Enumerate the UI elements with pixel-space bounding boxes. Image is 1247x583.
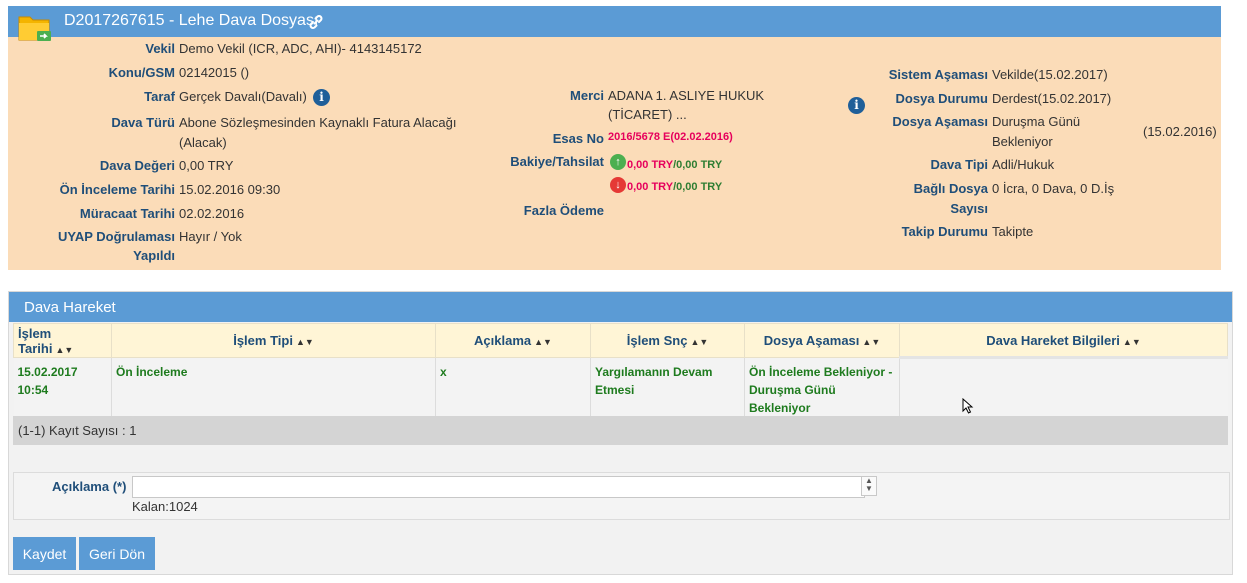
vekil-label: Vekil <box>145 41 175 56</box>
record-count: (1-1) Kayıt Sayısı : 1 <box>18 423 137 438</box>
aciklama-input[interactable] <box>132 476 865 498</box>
link-icon[interactable] <box>308 14 324 30</box>
muracaat-value: 02.02.2016 <box>179 206 245 221</box>
col-aciklama[interactable]: Açıklama ▲▼ <box>435 323 591 358</box>
back-button[interactable]: Geri Dön <box>79 537 155 570</box>
arrow-down-icon: ↓ <box>610 177 626 193</box>
sort-icon: ▲▼ <box>295 337 314 347</box>
dosya-durumu-label: Dosya Durumu <box>895 91 988 106</box>
dava-hareket-panel: Dava Hareket İşlem Tarihi ▲▼ İşlem Tipi ▲▼… <box>8 291 1233 575</box>
col-islem-tarihi[interactable]: İşlem Tarihi ▲▼ <box>13 323 112 358</box>
col-dosya-asamasi[interactable]: Dosya Aşaması ▲▼ <box>744 323 900 358</box>
arrow-up-icon: ↑ <box>610 154 626 170</box>
dava-turu-label: Dava Türü <box>111 115 175 130</box>
bagli-dosya-value: 0 İcra, 0 Dava, 0 D.İş <box>992 181 1115 196</box>
muracaat-label: Müracaat Tarihi <box>79 206 175 221</box>
sort-icon: ▲▼ <box>862 337 881 347</box>
esas-no-label: Esas No <box>552 131 604 146</box>
col-islem-snc[interactable]: İşlem Snç ▲▼ <box>590 323 745 358</box>
bagli-dosya-label-line2: Sayısı <box>950 201 988 216</box>
remaining-chars: Kalan:1024 <box>132 499 198 514</box>
merci-label: Merci <box>570 88 604 103</box>
uyap-value: Hayır / Yok <box>179 229 242 244</box>
uyap-label-line1: UYAP Doğrulaması <box>57 229 175 244</box>
merci-value-line1: ADANA 1. ASLIYE HUKUK <box>608 88 765 103</box>
dava-turu-value-line1: Abone Sözleşmesinden Kaynaklı Fatura Ala… <box>179 115 457 130</box>
save-button[interactable]: Kaydet <box>13 537 76 570</box>
aciklama-label: Açıklama (*) <box>52 479 127 494</box>
dosya-durumu-value: Derdest(15.02.2017) <box>992 91 1112 106</box>
bakiye-row2: 0,00 TRY/0,00 TRY <box>627 178 722 193</box>
page-title: D2017267615 - Lehe Dava Dosyası <box>64 12 319 29</box>
dava-degeri-label: Dava Değeri <box>99 158 175 173</box>
taraf-value: Gerçek Davalı(Davalı) <box>179 89 307 104</box>
bakiye-row1-green: 0,00 TRY <box>676 159 723 171</box>
dava-turu-value-line2: (Alacak) <box>179 135 227 150</box>
dosya-asamasi-value-line1: Duruşma Günü <box>992 114 1081 129</box>
stepper-icon[interactable]: ▲ ▼ <box>861 476 877 496</box>
takip-durumu-label: Takip Durumu <box>901 224 988 239</box>
dava-hareket-header: Dava Hareket <box>9 292 1232 322</box>
esas-no-value[interactable]: 2016/5678 E(02.02.2016) <box>608 131 733 143</box>
takip-durumu-value: Takipte <box>992 224 1034 239</box>
uyap-label-line2: Yapıldı <box>133 248 175 263</box>
file-summary-header: D2017267615 - Lehe Dava Dosyası <box>8 6 1221 41</box>
dosya-asamasi-date: (15.02.2016) <box>1143 124 1217 139</box>
sort-icon: ▲▼ <box>55 344 74 355</box>
bakiye-row1-red: 0,00 TRY <box>627 159 674 171</box>
sort-icon: ▲▼ <box>534 337 552 347</box>
bakiye-label: Bakiye/Tahsilat <box>510 154 604 169</box>
sort-icon: ▲▼ <box>1122 336 1141 347</box>
taraf-label: Taraf <box>144 89 175 104</box>
fazla-odeme-label: Fazla Ödeme <box>523 203 604 218</box>
bakiye-row2-green: 0,00 TRY <box>676 181 723 193</box>
dava-degeri-value: 0,00 TRY <box>179 158 234 173</box>
dava-tipi-label: Dava Tipi <box>930 157 988 172</box>
sistem-asamasi-value: Vekilde(15.02.2017) <box>992 67 1108 82</box>
folder-icon <box>18 16 51 41</box>
dosya-asamasi-label: Dosya Aşaması <box>892 114 988 129</box>
dava-hareket-title: Dava Hareket <box>24 299 116 316</box>
bakiye-row2-red: 0,00 TRY <box>627 181 674 193</box>
dosya-asamasi-value-line2: Bekleniyor <box>992 134 1053 149</box>
col-dava-hareket-bilgileri[interactable]: Dava Hareket Bilgileri ▲▼ <box>899 323 1228 358</box>
col-islem-tipi[interactable]: İşlem Tipi ▲▼ <box>111 323 436 358</box>
sort-icon: ▲▼ <box>690 337 709 347</box>
file-info-icon[interactable]: i <box>848 97 865 114</box>
vekil-value: Demo Vekil (ICR, ADC, AHI)- 4143145172 <box>179 41 422 56</box>
on-inceleme-value: 15.02.2016 09:30 <box>179 182 281 197</box>
taraf-info-icon[interactable]: i <box>313 89 330 106</box>
bakiye-row1: 0,00 TRY/0,00 TRY <box>627 156 722 171</box>
aciklama-form: Açıklama (*) ▲ ▼ Kalan:1024 <box>13 472 1230 520</box>
dava-hareket-table: İşlem Tarihi ▲▼ İşlem Tipi ▲▼ Açıklama ▲▼ İ… <box>13 323 1228 429</box>
merci-value-line2: (TİCARET) ... <box>608 107 687 122</box>
mouse-cursor-icon <box>962 398 974 414</box>
dava-tipi-value: Adli/Hukuk <box>992 157 1055 172</box>
record-count-bar: (1-1) Kayıt Sayısı : 1 <box>13 416 1228 445</box>
bagli-dosya-label-line1: Bağlı Dosya <box>913 181 988 196</box>
on-inceleme-label: Ön İnceleme Tarihi <box>59 182 175 197</box>
konu-label: Konu/GSM <box>108 65 175 80</box>
file-summary-panel: D2017267615 - Lehe Dava Dosyası Vekil De… <box>8 6 1221 270</box>
konu-value: 02142015 () <box>179 65 250 80</box>
sistem-asamasi-label: Sistem Aşaması <box>888 67 988 82</box>
